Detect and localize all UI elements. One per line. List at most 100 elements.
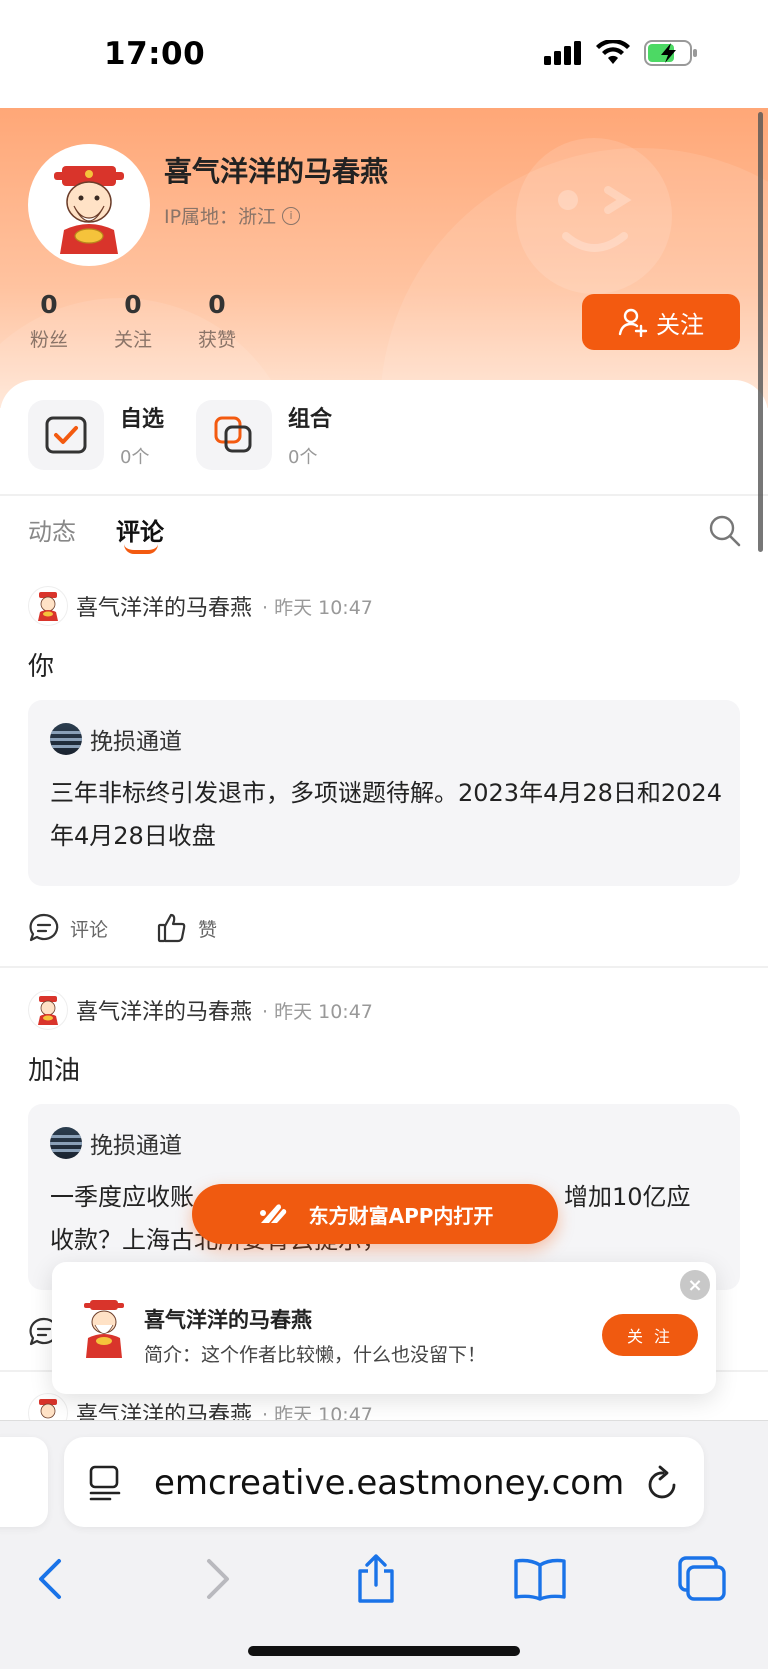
watchlist-count: 0个 xyxy=(120,447,150,468)
fortune-god-avatar-icon xyxy=(54,166,124,254)
quoted-post-header: 挽损通道 xyxy=(50,1126,182,1160)
watchlist-icon xyxy=(28,400,104,470)
quoted-post[interactable]: 挽损通道 三年非标终引发退市，多项谜题待解。2023年4月28日和2024年4月… xyxy=(28,700,740,886)
close-icon[interactable]: × xyxy=(680,1270,710,1300)
post-author[interactable]: 喜气洋洋的马春燕 xyxy=(76,994,252,1026)
popup-follow-button[interactable]: 关 注 xyxy=(602,1314,698,1356)
tabs-button[interactable] xyxy=(672,1549,732,1609)
watchlist-title: 自选 xyxy=(120,407,165,432)
ip-location: IP属地：浙江 i xyxy=(164,202,301,229)
url-text: emcreative.eastmoney.com xyxy=(154,1463,625,1503)
fortune-god-avatar-icon xyxy=(38,592,58,621)
chevron-left-icon xyxy=(39,1559,61,1599)
browser-nav xyxy=(0,1539,768,1619)
post-header: 喜气洋洋的马春燕 · 昨天 10:47 xyxy=(28,1393,373,1423)
author-avatar[interactable] xyxy=(28,990,68,1030)
follow-prompt-card: 喜气洋洋的马春燕 简介：这个作者比较懒，什么也没留下！ 关 注 × xyxy=(52,1262,716,1394)
fortune-god-avatar-icon xyxy=(38,996,58,1025)
fortune-god-avatar-icon xyxy=(39,1399,57,1419)
tab-comments[interactable]: 评论 xyxy=(116,512,164,547)
cellular-signal-icon xyxy=(544,41,581,65)
profile-header: 喜气洋洋的马春燕 IP属地：浙江 i 0 粉丝 0 关注 0 获赞 关注 xyxy=(0,108,768,408)
comment-post: 喜气洋洋的马春燕 · 昨天 10:47 你 挽损通道 三年非标终引发退市，多项谜… xyxy=(0,586,768,966)
author-avatar[interactable] xyxy=(28,1393,68,1423)
open-in-app-label: 东方财富APP内打开 xyxy=(308,1203,494,1228)
eastmoney-logo-icon xyxy=(259,1204,286,1223)
back-button[interactable] xyxy=(20,1549,80,1609)
content-tabs: 动态 评论 xyxy=(0,496,768,566)
open-in-app-button[interactable]: 东方财富APP内打开 xyxy=(192,1184,558,1244)
portfolio-title: 组合 xyxy=(288,407,333,432)
status-time: 17:00 xyxy=(104,36,206,72)
page-menu-icon[interactable] xyxy=(88,1465,122,1501)
comment-label: 评论 xyxy=(70,918,109,941)
quoted-author-avatar xyxy=(50,1127,82,1159)
thumbs-up-icon xyxy=(157,913,186,943)
post-text[interactable]: 你 xyxy=(28,646,54,683)
ip-location-text: IP属地：浙江 xyxy=(164,206,277,228)
quick-entries: 自选 0个 组合 0个 xyxy=(0,380,768,494)
home-indicator[interactable] xyxy=(248,1646,520,1656)
divider xyxy=(0,966,768,968)
comment-button[interactable]: 评论 xyxy=(28,912,108,944)
follow-button[interactable]: 关注 xyxy=(582,294,740,350)
stat-label: 粉丝 xyxy=(29,329,68,351)
stat-label: 关注 xyxy=(113,329,152,351)
post-author[interactable]: 喜气洋洋的马春燕 xyxy=(76,590,252,622)
wifi-icon xyxy=(596,40,630,64)
stat-label: 获赞 xyxy=(197,329,236,351)
info-icon[interactable]: i xyxy=(282,206,301,225)
comment-icon xyxy=(29,913,59,942)
quoted-post-header: 挽损通道 xyxy=(50,722,182,756)
post-text[interactable]: 加油 xyxy=(28,1050,80,1087)
profile-username: 喜气洋洋的马春燕 xyxy=(164,155,389,188)
search-icon[interactable] xyxy=(708,514,742,548)
author-avatar[interactable] xyxy=(28,586,68,626)
quoted-text: 三年非标终引发退市，多项谜题待解。2023年4月28日和2024年4月28日收盘 xyxy=(50,779,722,850)
share-button[interactable] xyxy=(346,1549,406,1609)
like-button[interactable]: 赞 xyxy=(156,912,217,944)
browser-toolbar: emcreative.eastmoney.com xyxy=(0,1420,768,1669)
portfolio-icon xyxy=(196,400,272,470)
follow-button-label: 关注 xyxy=(656,310,704,339)
stat-value: 0 xyxy=(124,290,142,319)
profile-stats: 0 粉丝 0 关注 0 获赞 xyxy=(28,290,238,352)
post-time: · 昨天 10:47 xyxy=(262,596,373,619)
portfolio-entry[interactable]: 组合 0个 xyxy=(196,400,332,470)
chevron-right-icon xyxy=(207,1559,229,1599)
battery-charging-icon xyxy=(644,40,697,66)
scrollbar[interactable] xyxy=(758,112,763,552)
post-time: · 昨天 10:47 xyxy=(262,1000,373,1023)
profile-avatar[interactable] xyxy=(28,144,150,266)
bookmarks-button[interactable] xyxy=(510,1549,570,1609)
stat-likes[interactable]: 0 获赞 xyxy=(196,290,238,352)
post-header: 喜气洋洋的马春燕 · 昨天 10:47 xyxy=(28,990,373,1030)
fortune-god-avatar-icon xyxy=(84,1300,124,1358)
book-icon xyxy=(514,1558,566,1601)
reload-icon[interactable] xyxy=(646,1465,680,1501)
add-user-icon xyxy=(618,308,648,337)
watchlist-entry[interactable]: 自选 0个 xyxy=(28,400,164,470)
popup-author-bio: 简介：这个作者比较懒，什么也没留下！ xyxy=(144,1344,487,1366)
quoted-author-avatar xyxy=(50,723,82,755)
quoted-author: 挽损通道 xyxy=(90,729,182,755)
previous-tab-preview[interactable] xyxy=(0,1437,48,1527)
portfolio-count: 0个 xyxy=(288,447,318,468)
stat-value: 0 xyxy=(40,290,58,319)
like-label: 赞 xyxy=(198,918,218,941)
popup-avatar xyxy=(76,1294,132,1360)
address-bar[interactable]: emcreative.eastmoney.com xyxy=(64,1437,704,1527)
quoted-author: 挽损通道 xyxy=(90,1133,182,1159)
quoted-text-start: 一季度应收账 xyxy=(50,1183,194,1211)
comment-post: 喜气洋洋的马春燕 · 昨天 10:47 xyxy=(0,1393,768,1423)
forward-button[interactable] xyxy=(188,1549,248,1609)
stat-fans[interactable]: 0 粉丝 xyxy=(28,290,70,352)
quoted-text-end: 增加10亿应 xyxy=(564,1183,691,1211)
smile-decoration-icon xyxy=(516,138,672,294)
tabs-icon xyxy=(678,1556,726,1601)
tab-dynamics[interactable]: 动态 xyxy=(28,512,76,547)
post-header: 喜气洋洋的马春燕 · 昨天 10:47 xyxy=(28,586,373,626)
popup-author-name: 喜气洋洋的马春燕 xyxy=(144,1308,312,1332)
stat-following[interactable]: 0 关注 xyxy=(112,290,154,352)
active-tab-indicator xyxy=(124,544,158,554)
